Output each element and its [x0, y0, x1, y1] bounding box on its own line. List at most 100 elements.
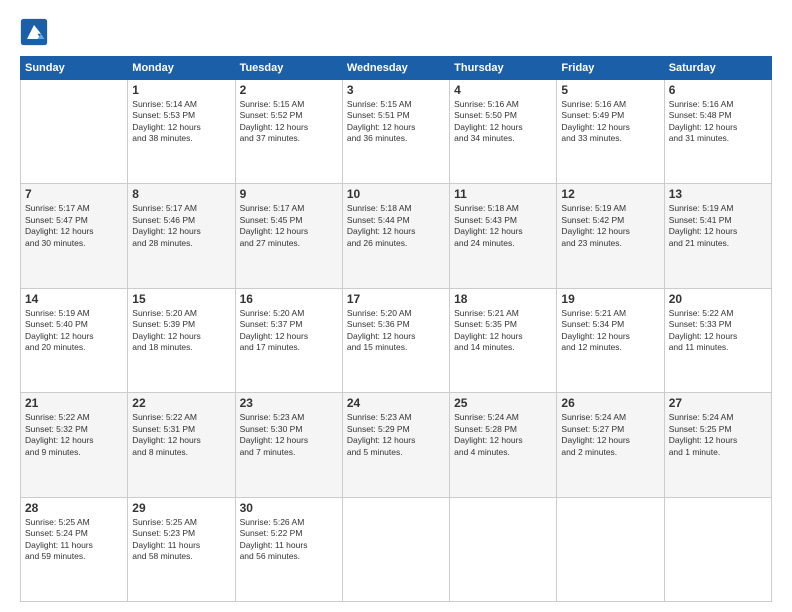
- day-number: 30: [240, 501, 338, 515]
- calendar-cell: [557, 497, 664, 601]
- cell-info: Sunrise: 5:17 AM Sunset: 5:46 PM Dayligh…: [132, 203, 230, 249]
- cell-info: Sunrise: 5:20 AM Sunset: 5:36 PM Dayligh…: [347, 308, 445, 354]
- calendar-cell: 21 Sunrise: 5:22 AM Sunset: 5:32 PM Dayli…: [21, 393, 128, 497]
- calendar-cell: [664, 497, 771, 601]
- calendar-row: 21 Sunrise: 5:22 AM Sunset: 5:32 PM Dayli…: [21, 393, 772, 497]
- day-number: 16: [240, 292, 338, 306]
- cell-info: Sunrise: 5:26 AM Sunset: 5:22 PM Dayligh…: [240, 517, 338, 563]
- calendar-cell: 24Sunrise: 5:23 AM Sunset: 5:29 PM Dayli…: [342, 393, 449, 497]
- calendar-cell: 2 Sunrise: 5:15 AM Sunset: 5:52 PM Daylig…: [235, 80, 342, 184]
- calendar-cell: 12 Sunrise: 5:19 AM Sunset: 5:42 PM Dayli…: [557, 184, 664, 288]
- calendar-cell: 23 Sunrise: 5:23 AM Sunset: 5:30 PM Dayli…: [235, 393, 342, 497]
- day-number: 26: [561, 396, 659, 410]
- day-number: 21: [25, 396, 123, 410]
- calendar-cell: 20Sunrise: 5:22 AM Sunset: 5:33 PM Dayli…: [664, 288, 771, 392]
- day-number: 20: [669, 292, 767, 306]
- calendar-cell: 8 Sunrise: 5:17 AM Sunset: 5:46 PM Daylig…: [128, 184, 235, 288]
- cell-info: Sunrise: 5:21 AM Sunset: 5:34 PM Dayligh…: [561, 308, 659, 354]
- day-number: 4: [454, 83, 552, 97]
- header: [20, 18, 772, 46]
- cell-info: Sunrise: 5:24 AM Sunset: 5:25 PM Dayligh…: [669, 412, 767, 458]
- day-number: 18: [454, 292, 552, 306]
- calendar-cell: 18 Sunrise: 5:21 AM Sunset: 5:35 PM Dayli…: [450, 288, 557, 392]
- cell-info: Sunrise: 5:16 AM Sunset: 5:50 PM Dayligh…: [454, 99, 552, 145]
- day-number: 2: [240, 83, 338, 97]
- calendar-cell: [450, 497, 557, 601]
- weekday-header: Saturday: [664, 57, 771, 80]
- calendar-cell: 5 Sunrise: 5:16 AM Sunset: 5:49 PM Daylig…: [557, 80, 664, 184]
- calendar-cell: 6 Sunrise: 5:16 AM Sunset: 5:48 PM Daylig…: [664, 80, 771, 184]
- cell-info: Sunrise: 5:15 AM Sunset: 5:52 PM Dayligh…: [240, 99, 338, 145]
- calendar-cell: 3Sunrise: 5:15 AM Sunset: 5:51 PM Daylig…: [342, 80, 449, 184]
- calendar-row: 1 Sunrise: 5:14 AM Sunset: 5:53 PM Daylig…: [21, 80, 772, 184]
- logo-icon: [20, 18, 48, 46]
- calendar-cell: 17 Sunrise: 5:20 AM Sunset: 5:36 PM Dayli…: [342, 288, 449, 392]
- cell-info: Sunrise: 5:17 AM Sunset: 5:45 PM Dayligh…: [240, 203, 338, 249]
- cell-info: Sunrise: 5:16 AM Sunset: 5:48 PM Dayligh…: [669, 99, 767, 145]
- day-number: 6: [669, 83, 767, 97]
- calendar-cell: 7Sunrise: 5:17 AM Sunset: 5:47 PM Daylig…: [21, 184, 128, 288]
- day-number: 22: [132, 396, 230, 410]
- cell-info: Sunrise: 5:18 AM Sunset: 5:44 PM Dayligh…: [347, 203, 445, 249]
- calendar-cell: 10 Sunrise: 5:18 AM Sunset: 5:44 PM Dayli…: [342, 184, 449, 288]
- cell-info: Sunrise: 5:18 AM Sunset: 5:43 PM Dayligh…: [454, 203, 552, 249]
- cell-info: Sunrise: 5:22 AM Sunset: 5:32 PM Dayligh…: [25, 412, 123, 458]
- calendar-row: 7Sunrise: 5:17 AM Sunset: 5:47 PM Daylig…: [21, 184, 772, 288]
- weekday-header: Tuesday: [235, 57, 342, 80]
- day-number: 10: [347, 187, 445, 201]
- day-number: 11: [454, 187, 552, 201]
- day-number: 24: [347, 396, 445, 410]
- cell-info: Sunrise: 5:25 AM Sunset: 5:23 PM Dayligh…: [132, 517, 230, 563]
- cell-info: Sunrise: 5:21 AM Sunset: 5:35 PM Dayligh…: [454, 308, 552, 354]
- weekday-header: Wednesday: [342, 57, 449, 80]
- day-number: 23: [240, 396, 338, 410]
- calendar-cell: 14 Sunrise: 5:19 AM Sunset: 5:40 PM Dayli…: [21, 288, 128, 392]
- calendar-header-row: SundayMondayTuesdayWednesdayThursdayFrid…: [21, 57, 772, 80]
- calendar-cell: 19 Sunrise: 5:21 AM Sunset: 5:34 PM Dayli…: [557, 288, 664, 392]
- day-number: 17: [347, 292, 445, 306]
- cell-info: Sunrise: 5:24 AM Sunset: 5:28 PM Dayligh…: [454, 412, 552, 458]
- day-number: 25: [454, 396, 552, 410]
- cell-info: Sunrise: 5:20 AM Sunset: 5:39 PM Dayligh…: [132, 308, 230, 354]
- day-number: 19: [561, 292, 659, 306]
- day-number: 14: [25, 292, 123, 306]
- calendar-cell: 30 Sunrise: 5:26 AM Sunset: 5:22 PM Dayli…: [235, 497, 342, 601]
- day-number: 12: [561, 187, 659, 201]
- cell-info: Sunrise: 5:25 AM Sunset: 5:24 PM Dayligh…: [25, 517, 123, 563]
- calendar-cell: 28 Sunrise: 5:25 AM Sunset: 5:24 PM Dayli…: [21, 497, 128, 601]
- calendar-cell: [21, 80, 128, 184]
- calendar-row: 14 Sunrise: 5:19 AM Sunset: 5:40 PM Dayli…: [21, 288, 772, 392]
- cell-info: Sunrise: 5:15 AM Sunset: 5:51 PM Dayligh…: [347, 99, 445, 145]
- calendar-row: 28 Sunrise: 5:25 AM Sunset: 5:24 PM Dayli…: [21, 497, 772, 601]
- calendar-cell: 4 Sunrise: 5:16 AM Sunset: 5:50 PM Daylig…: [450, 80, 557, 184]
- weekday-header: Sunday: [21, 57, 128, 80]
- cell-info: Sunrise: 5:14 AM Sunset: 5:53 PM Dayligh…: [132, 99, 230, 145]
- calendar-cell: 9 Sunrise: 5:17 AM Sunset: 5:45 PM Daylig…: [235, 184, 342, 288]
- cell-info: Sunrise: 5:24 AM Sunset: 5:27 PM Dayligh…: [561, 412, 659, 458]
- calendar-cell: 13 Sunrise: 5:19 AM Sunset: 5:41 PM Dayli…: [664, 184, 771, 288]
- cell-info: Sunrise: 5:22 AM Sunset: 5:31 PM Dayligh…: [132, 412, 230, 458]
- day-number: 1: [132, 83, 230, 97]
- cell-info: Sunrise: 5:20 AM Sunset: 5:37 PM Dayligh…: [240, 308, 338, 354]
- day-number: 7: [25, 187, 123, 201]
- weekday-header: Thursday: [450, 57, 557, 80]
- calendar-cell: 25 Sunrise: 5:24 AM Sunset: 5:28 PM Dayli…: [450, 393, 557, 497]
- calendar-cell: 15Sunrise: 5:20 AM Sunset: 5:39 PM Dayli…: [128, 288, 235, 392]
- day-number: 28: [25, 501, 123, 515]
- cell-info: Sunrise: 5:19 AM Sunset: 5:40 PM Dayligh…: [25, 308, 123, 354]
- calendar-cell: 11 Sunrise: 5:18 AM Sunset: 5:43 PM Dayli…: [450, 184, 557, 288]
- calendar-table: SundayMondayTuesdayWednesdayThursdayFrid…: [20, 56, 772, 602]
- calendar-cell: 27Sunrise: 5:24 AM Sunset: 5:25 PM Dayli…: [664, 393, 771, 497]
- calendar-cell: 26 Sunrise: 5:24 AM Sunset: 5:27 PM Dayli…: [557, 393, 664, 497]
- day-number: 8: [132, 187, 230, 201]
- calendar-cell: 16 Sunrise: 5:20 AM Sunset: 5:37 PM Dayli…: [235, 288, 342, 392]
- cell-info: Sunrise: 5:16 AM Sunset: 5:49 PM Dayligh…: [561, 99, 659, 145]
- day-number: 5: [561, 83, 659, 97]
- day-number: 9: [240, 187, 338, 201]
- calendar-cell: 1 Sunrise: 5:14 AM Sunset: 5:53 PM Daylig…: [128, 80, 235, 184]
- cell-info: Sunrise: 5:23 AM Sunset: 5:30 PM Dayligh…: [240, 412, 338, 458]
- day-number: 13: [669, 187, 767, 201]
- weekday-header: Friday: [557, 57, 664, 80]
- cell-info: Sunrise: 5:19 AM Sunset: 5:42 PM Dayligh…: [561, 203, 659, 249]
- cell-info: Sunrise: 5:19 AM Sunset: 5:41 PM Dayligh…: [669, 203, 767, 249]
